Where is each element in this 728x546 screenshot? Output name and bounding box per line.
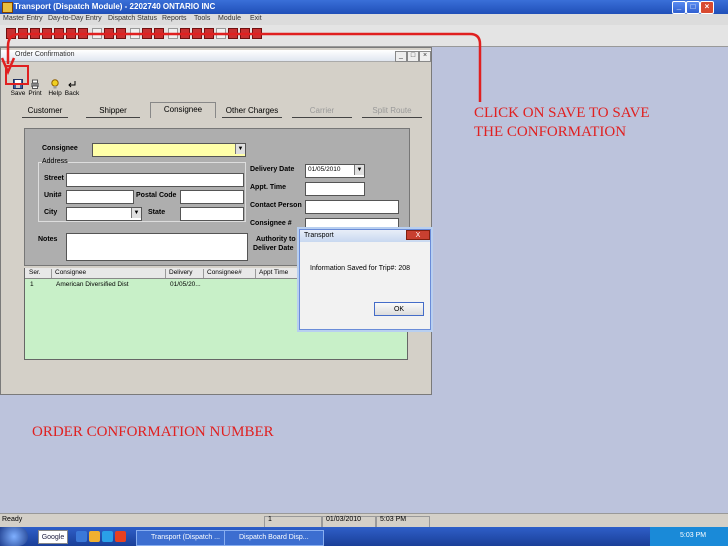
dialog-title: Transport <box>304 232 334 239</box>
media-icon[interactable] <box>115 531 126 542</box>
status-bar: Ready 1 01/03/2010 5:03 PM <box>0 513 728 529</box>
taskbar-clock: 5:03 PM <box>680 532 707 539</box>
order-number-annotation: ORDER CONFORMATION NUMBER <box>32 424 274 440</box>
hint-line-2: THE CONFORMATION <box>474 124 627 140</box>
browser-icon[interactable] <box>102 531 113 542</box>
ok-button[interactable]: OK <box>374 302 424 316</box>
hint-line-1: CLICK ON SAVE TO SAVE <box>474 105 650 121</box>
save-hint-annotation: CLICK ON SAVE TO SAVE THE CONFORMATION <box>474 104 650 142</box>
status-page: 1 <box>268 516 272 523</box>
status-date: 01/03/2010 <box>326 516 362 523</box>
google-search-box[interactable]: Google <box>38 530 68 544</box>
status-text: Ready <box>2 516 23 523</box>
start-button[interactable] <box>0 527 28 546</box>
dialog-message: Information Saved for Trip#: 208 <box>310 265 410 272</box>
status-time: 5:03 PM <box>380 516 407 523</box>
folder-icon[interactable] <box>89 531 100 542</box>
taskbar-item-transport[interactable]: Transport (Dispatch ... <box>136 530 236 546</box>
show-desktop-icon[interactable] <box>76 531 87 542</box>
dialog-close-button[interactable]: X <box>406 230 430 240</box>
taskbar-item-dispatch-board[interactable]: Dispatch Board Disp... <box>224 530 324 546</box>
